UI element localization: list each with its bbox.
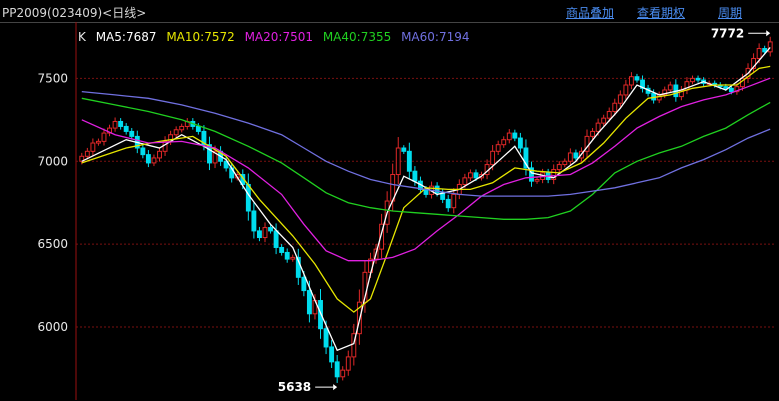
candle-body — [84, 150, 90, 157]
candle-body — [340, 369, 346, 378]
candle-body — [467, 172, 473, 179]
candle-body — [667, 84, 673, 91]
candle-body — [129, 130, 135, 137]
candle-body — [462, 177, 468, 185]
candle-body — [595, 122, 601, 132]
candle-body — [157, 150, 162, 159]
candle-body — [590, 130, 596, 137]
candle-body — [562, 160, 568, 166]
candle-body — [695, 77, 701, 81]
candle-body — [445, 198, 451, 209]
legend-k-label: K — [78, 30, 86, 44]
ma-line-ma5 — [81, 46, 771, 352]
y-tick-label: 6000 — [37, 320, 68, 334]
candle-body — [306, 290, 312, 315]
candle-body — [512, 132, 518, 139]
candle-body — [329, 346, 335, 363]
candle-body — [395, 147, 401, 176]
legend-ma20: MA20:7501 — [244, 30, 313, 44]
candle-body — [451, 193, 457, 209]
view-options-button[interactable]: 查看期权 — [637, 4, 685, 21]
candle-body — [112, 120, 118, 129]
candle-body — [273, 230, 279, 248]
candle-body — [101, 132, 107, 142]
candle-body — [123, 125, 129, 132]
legend-ma10: MA10:7572 — [166, 30, 235, 44]
candle-body — [284, 251, 290, 260]
candle-body — [301, 276, 307, 292]
candle-body — [767, 41, 773, 53]
legend-ma5: MA5:7687 — [95, 30, 157, 44]
chart-title: PP2009(023409)<日线> — [2, 6, 147, 20]
candle-body — [490, 150, 496, 166]
chart-header: PP2009(023409)<日线> 商品叠加 查看期权 周期 — [0, 0, 779, 23]
candle-body — [501, 139, 507, 146]
candle-body — [406, 150, 412, 172]
legend-ma40: MA40:7355 — [322, 30, 392, 44]
candle-body — [251, 210, 257, 232]
candle-body — [279, 246, 285, 253]
candle-body — [617, 94, 623, 104]
candle-body — [495, 144, 501, 152]
candle-body — [145, 154, 151, 164]
candle-body — [90, 142, 96, 152]
candle-body — [401, 147, 407, 152]
candle-body — [262, 227, 268, 239]
candle-body — [534, 179, 540, 182]
low-price-label: 5638 — [278, 380, 311, 394]
candle-body — [506, 132, 512, 141]
candle-body — [728, 87, 734, 93]
legend-ma60: MA60:7194 — [401, 30, 470, 44]
candle-body — [268, 227, 273, 232]
high-arrow-head — [766, 30, 771, 37]
candle-body — [634, 76, 640, 81]
candle-body — [140, 147, 146, 156]
candle-body — [623, 84, 629, 96]
y-tick-label: 7500 — [37, 71, 68, 85]
candle-body — [95, 140, 101, 144]
legend: K MA5:7687 MA10:7572 MA20:7501 MA40:7355… — [78, 30, 475, 44]
candle-body — [345, 356, 351, 371]
ma-line-ma40 — [81, 97, 771, 220]
candle-body — [756, 48, 762, 59]
y-tick-label: 7000 — [37, 154, 68, 168]
candle-body — [179, 125, 185, 131]
candle-body — [723, 86, 729, 89]
high-price-label: 7772 — [711, 26, 744, 40]
candle-body — [195, 125, 201, 132]
candle-body — [628, 76, 634, 86]
low-arrow-head — [333, 384, 338, 391]
candle-body — [606, 111, 612, 119]
candle-body — [118, 120, 124, 127]
candle-body — [323, 328, 329, 348]
candle-body — [245, 183, 251, 212]
period-button[interactable]: 周期 — [718, 4, 742, 21]
candle-body — [690, 77, 695, 83]
candle-body — [612, 102, 618, 113]
candle-body — [256, 230, 262, 239]
candlestick-chart[interactable]: 6000 6500 7000 7500 7772 5638 — [0, 22, 779, 401]
candle-body — [173, 129, 179, 136]
candle-body — [567, 152, 573, 162]
candle-body — [290, 256, 296, 260]
candle-body — [573, 152, 579, 159]
candle-body — [334, 361, 340, 378]
candle-body — [601, 117, 607, 124]
candle-body — [473, 172, 479, 179]
candle-body — [151, 157, 157, 164]
overlay-commodity-button[interactable]: 商品叠加 — [566, 4, 614, 21]
candle-body — [556, 164, 562, 171]
candle-body — [412, 170, 418, 182]
y-tick-label: 6500 — [37, 237, 68, 251]
ma-line-ma60 — [81, 90, 771, 197]
candle-body — [517, 137, 523, 149]
